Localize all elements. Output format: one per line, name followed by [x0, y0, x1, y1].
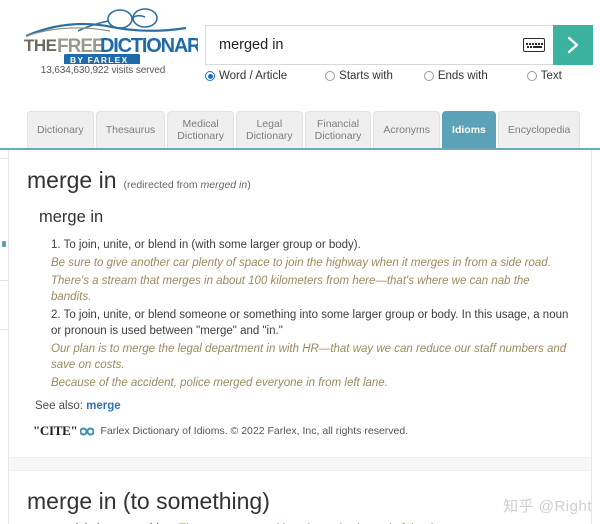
redirect-suffix: ): [247, 179, 251, 191]
definition-list: 1. To join, unite, or blend in (with som…: [51, 237, 573, 391]
tab-financial-dictionary[interactable]: Financial Dictionary: [304, 111, 372, 148]
svg-text:THE: THE: [24, 36, 57, 55]
site-logo[interactable]: THE FREE DICTIONARY BY FARLEX 13,634,630…: [8, 6, 198, 76]
search-scope-radios: Word / Article Starts with Ends with Tex…: [205, 70, 595, 82]
entry-mcgraw-hill: merge in (to something) to join into som…: [9, 471, 591, 524]
panel-handle-divider: [0, 280, 8, 281]
redirect-term: merged in: [200, 179, 248, 191]
svg-text:FREE: FREE: [57, 36, 104, 57]
chevron-right-icon: [567, 36, 578, 54]
example-1b: There's a stream that merges in about 10…: [51, 275, 530, 303]
tab-label-line1: Financial: [317, 118, 360, 130]
example-1a: Be sure to give another car plenty of sp…: [51, 257, 551, 269]
radio-dot-icon: [423, 71, 434, 81]
search-input[interactable]: [217, 33, 523, 57]
tab-label-line2: Dictionary: [314, 130, 362, 142]
article-card: merge in (redirected from merged in) merg…: [8, 150, 592, 524]
redirected-from-note: (redirected from merged in): [123, 179, 250, 191]
tab-label-line1: Encyclopedia: [507, 124, 571, 136]
search-submit-button[interactable]: [553, 25, 593, 65]
tab-label-line2: Dictionary: [177, 130, 224, 142]
keyboard-icon[interactable]: [523, 38, 545, 52]
radio-dot-icon: [205, 71, 215, 81]
page-title: merge in: [27, 167, 117, 193]
panel-handle-nub-icon: [2, 241, 6, 247]
search-box[interactable]: [205, 25, 553, 65]
dictionary-tabs: Dictionary Thesaurus Medical Dictionary …: [0, 104, 600, 150]
visits-counter: 13,634,630,922 visits served: [40, 65, 166, 76]
entry-farlex: merge in (redirected from merged in) merg…: [9, 150, 591, 457]
tab-legal-dictionary[interactable]: Legal Dictionary: [235, 111, 303, 148]
tab-acronyms[interactable]: Acronyms: [373, 111, 441, 148]
tab-label-line1: Thesaurus: [105, 124, 156, 136]
tab-label-line1: Acronyms: [383, 124, 431, 136]
tab-medical-dictionary[interactable]: Medical Dictionary: [167, 111, 234, 148]
example-2b: Because of the accident, police merged e…: [51, 377, 388, 389]
radio-label: Text: [540, 70, 562, 82]
radio-label: Starts with: [339, 70, 393, 82]
tab-label-line1: Medical: [182, 118, 219, 130]
tab-label-line1: Legal: [256, 118, 283, 130]
entry-divider: [9, 457, 591, 471]
radio-dot-icon: [526, 71, 537, 81]
radio-text[interactable]: Text: [526, 70, 562, 82]
see-also-link-merge[interactable]: merge: [86, 400, 121, 412]
cite-text: Farlex Dictionary of Idioms. © 2022 Farl…: [100, 425, 409, 437]
site-header: THE FREE DICTIONARY BY FARLEX 13,634,630…: [0, 0, 600, 100]
radio-label: Ends with: [437, 70, 488, 82]
cite-label: "CITE": [33, 423, 78, 438]
radio-dot-icon: [325, 71, 336, 81]
example-2a: Our plan is to merge the legal departmen…: [51, 343, 567, 371]
tab-label-line1: Idioms: [452, 124, 486, 136]
redirect-prefix: (redirected from: [123, 179, 201, 191]
link-chain-glyph: [80, 427, 95, 435]
main-content: merge in (redirected from merged in) merg…: [0, 150, 600, 524]
tab-dictionary[interactable]: Dictionary: [27, 111, 94, 148]
see-also-label: See also:: [35, 400, 83, 412]
tab-idioms[interactable]: Idioms: [442, 111, 496, 148]
radio-starts-with[interactable]: Starts with: [325, 70, 393, 82]
radio-ends-with[interactable]: Ends with: [423, 70, 488, 82]
tab-label-line2: Dictionary: [245, 130, 293, 142]
entry-subheading: merge in: [39, 208, 104, 226]
left-panel-handle[interactable]: [0, 158, 9, 330]
radio-label: Word / Article: [219, 70, 288, 82]
citation-row: "CITE" Farlex Dictionary of Idioms. © 20…: [33, 423, 573, 439]
tab-encyclopedia[interactable]: Encyclopedia: [497, 111, 581, 148]
see-also-row: See also: merge: [35, 400, 573, 412]
entry2-title: merge in (to something): [27, 488, 270, 514]
definition-1: 1. To join, unite, or blend in (with som…: [51, 239, 361, 251]
thefreedictionary-logo-icon: THE FREE DICTIONARY BY FARLEX: [24, 8, 198, 64]
radio-word-article[interactable]: Word / Article: [205, 70, 287, 82]
svg-text:BY FARLEX: BY FARLEX: [70, 55, 128, 64]
definition-2: 2. To join, unite, or blend someone or s…: [51, 309, 569, 337]
search-bar: [205, 25, 593, 65]
link-chain-icon[interactable]: [80, 427, 95, 436]
svg-text:DICTIONARY: DICTIONARY: [100, 35, 198, 57]
page-root: THE FREE DICTIONARY BY FARLEX 13,634,630…: [0, 0, 600, 524]
tab-label-line1: Dictionary: [37, 124, 84, 136]
tab-thesaurus[interactable]: Thesaurus: [95, 111, 166, 148]
